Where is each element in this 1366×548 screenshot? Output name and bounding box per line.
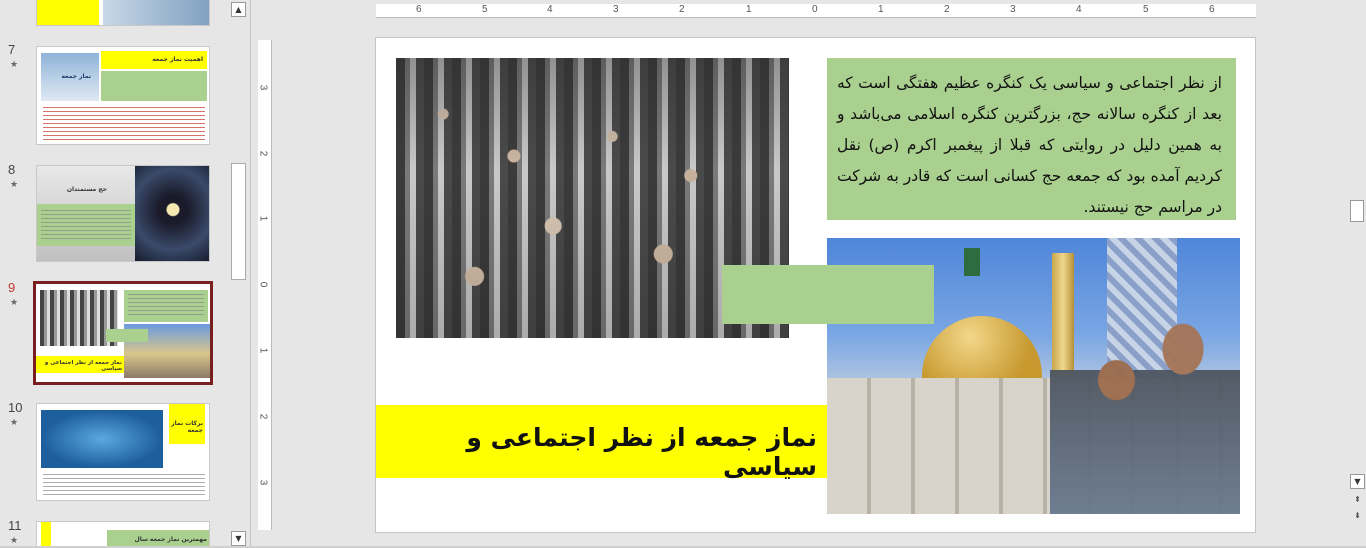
vertical-ruler: 3 2 1 0 1 2 3 [257,40,272,530]
body-text-box[interactable]: از نظر اجتماعی و سیاسی یک کنگره عظیم هفت… [827,58,1236,220]
next-slide-icon[interactable]: ⇟ [1350,509,1365,524]
horizontal-ruler: 6 5 4 3 2 1 0 1 2 3 4 5 6 [376,4,1256,18]
scroll-down-button[interactable]: ▼ [1350,474,1365,489]
ruler-number: 5 [482,4,488,15]
slide-title: نماز جمعه از نظر اجتماعی و سیاسی [466,423,817,481]
slide-number: 9 [8,280,16,295]
animation-star-icon: ★ [10,180,19,190]
ruler-number: 3 [613,4,619,15]
animation-star-icon: ★ [10,418,19,428]
ruler-number: 6 [416,4,422,15]
ruler-number: 0 [257,281,269,288]
thumb-title: اهمیت نماز جمعه [152,56,203,63]
slide-thumbnail-pane: 7 ★ نماز جمعه اهمیت نماز جمعه 8 ★ حج مست… [0,0,232,548]
powerpoint-window: 7 ★ نماز جمعه اهمیت نماز جمعه 8 ★ حج مست… [0,0,1366,548]
pane-divider[interactable] [250,0,251,548]
animation-star-icon: ★ [10,60,19,70]
thumb-title: حج مستمندان [66,186,107,193]
ruler-number: 3 [257,479,269,486]
ruler-number: 3 [257,84,269,91]
thumb-title: مهمترین نماز جمعه سال [134,536,207,543]
slide-number: 10 [8,400,23,415]
scrollbar-thumb[interactable] [231,163,246,280]
green-rectangle-shape[interactable] [722,265,934,324]
slide-number: 11 [8,518,22,533]
slide-scrollbar[interactable]: ▼ ⇞ ⇟ [1348,0,1366,548]
ruler-number: 1 [257,215,269,222]
ruler-number: 4 [547,4,553,15]
thumb-title: برکات نماز جمعه [171,420,203,434]
ruler-number: 4 [1076,4,1082,15]
ruler-number: 2 [257,150,269,157]
scroll-down-button[interactable]: ▼ [231,531,246,546]
ruler-number: 2 [679,4,685,15]
ruler-number: 2 [257,413,269,420]
ruler-number: 0 [812,4,818,15]
thumb-title: نماز جمعه از نظر اجتماعی و سیاسی [44,360,122,372]
previous-slide-icon[interactable]: ⇞ [1350,493,1365,508]
animation-star-icon: ★ [10,536,19,546]
ruler-number: 6 [1209,4,1215,15]
ruler-number: 5 [1143,4,1149,15]
slide-canvas[interactable]: از نظر اجتماعی و سیاسی یک کنگره عظیم هفت… [375,37,1256,533]
ruler-number: 2 [944,4,950,15]
slide-scrollbar-thumb[interactable] [1350,200,1364,222]
scroll-up-button[interactable]: ▲ [231,2,246,17]
thumb-subtitle: نماز جمعه [61,73,91,80]
thumbnail-scrollbar[interactable]: ▲ ▼ [230,0,247,548]
slide-title-box[interactable]: نماز جمعه از نظر اجتماعی و سیاسی [376,405,827,481]
slide-number: 8 [8,162,16,177]
ruler-number: 1 [746,4,752,15]
animation-star-icon: ★ [10,298,19,308]
ruler-number: 3 [1010,4,1016,15]
ruler-number: 1 [878,4,884,15]
slide-number: 7 [8,42,16,57]
ruler-number: 1 [257,347,269,354]
